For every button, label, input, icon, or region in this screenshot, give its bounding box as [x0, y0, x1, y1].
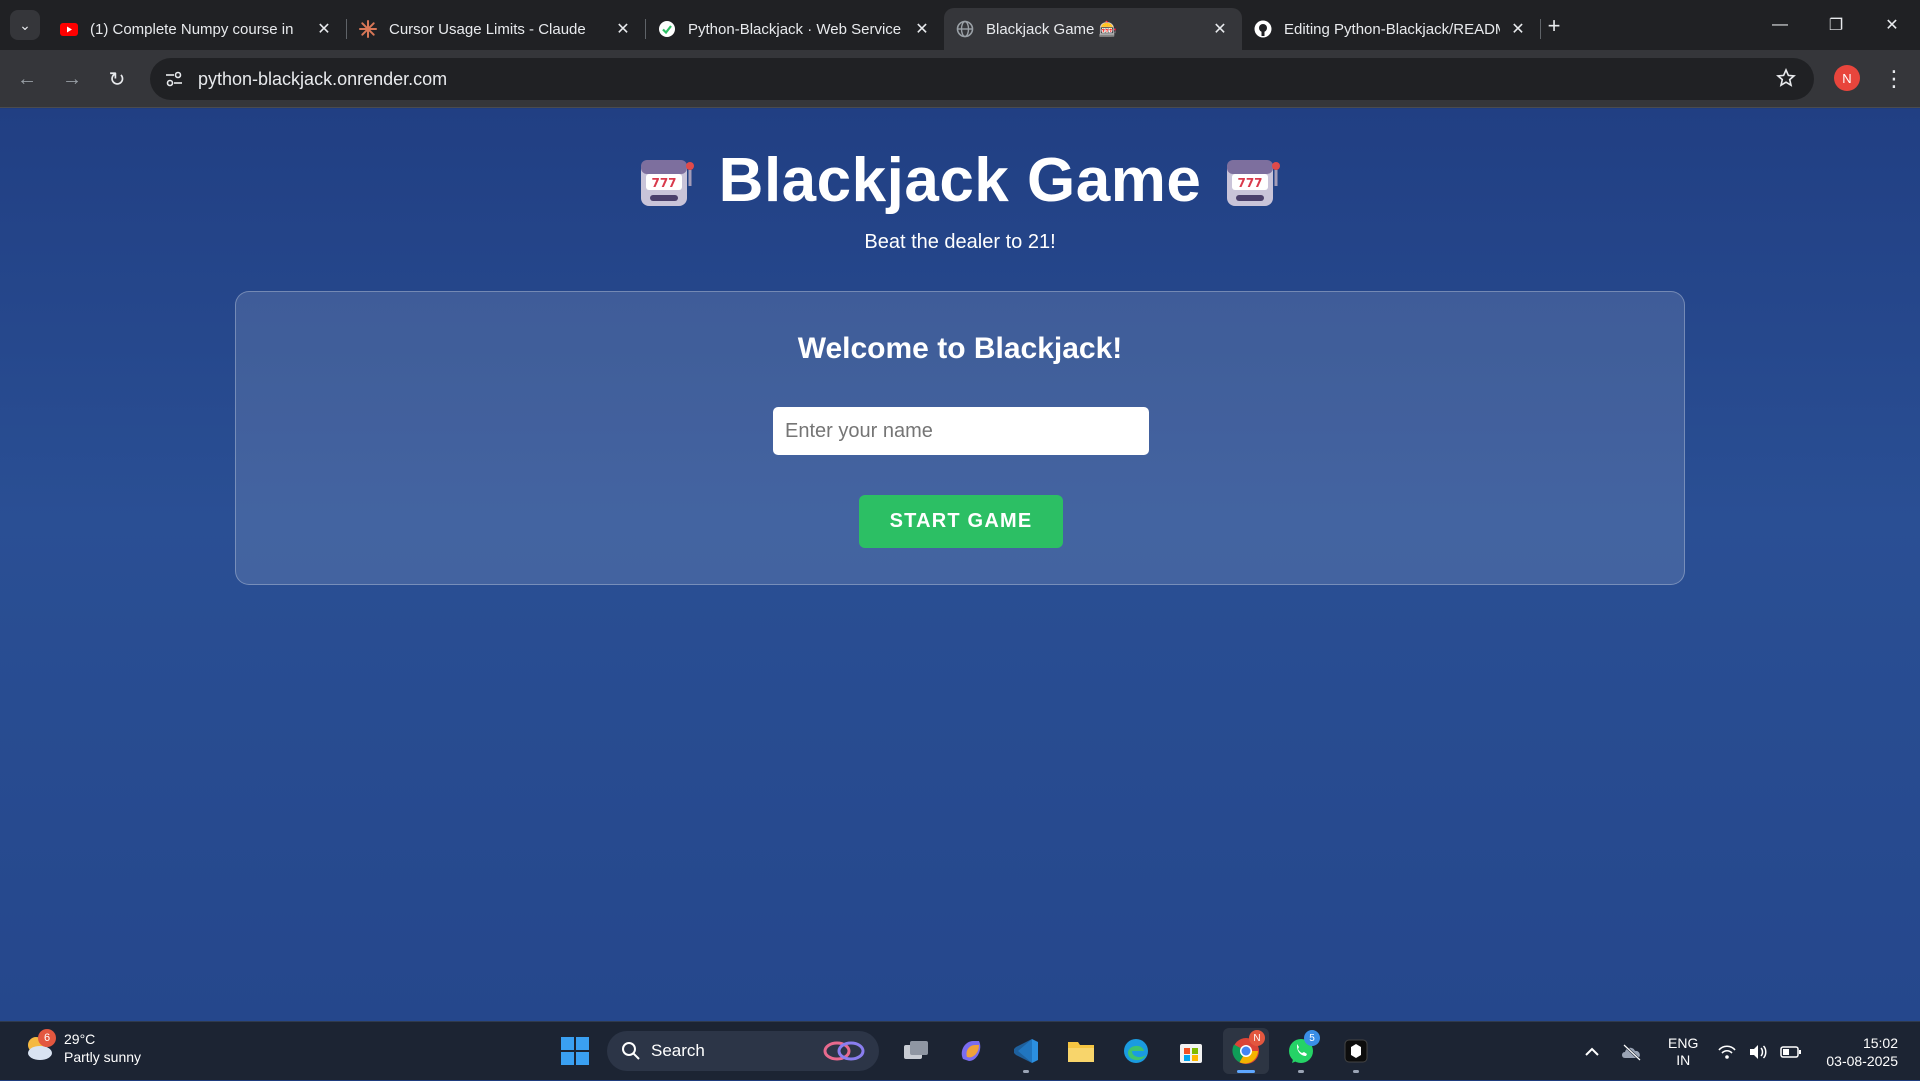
welcome-heading: Welcome to Blackjack!: [797, 332, 1123, 365]
weather-widget[interactable]: 6 29°C Partly sunny: [22, 1029, 142, 1066]
search-highlight-icon: [823, 1041, 865, 1061]
kebab-menu-icon[interactable]: ⋮: [1880, 64, 1908, 94]
slot-machine-icon: 777: [640, 159, 694, 206]
github-icon: [1254, 20, 1272, 38]
tab-title: Blackjack Game 🎰: [986, 21, 1118, 38]
globe-icon: [956, 20, 974, 38]
taskbar-pinned-apps: Search N 5: [552, 1028, 1388, 1074]
onedrive-offline-icon[interactable]: [1620, 1043, 1644, 1061]
reload-button[interactable]: ↻: [102, 64, 132, 94]
region-code: IN: [1676, 1051, 1691, 1068]
profile-avatar[interactable]: N: [1834, 65, 1860, 91]
microsoft-store-icon[interactable]: [1168, 1028, 1214, 1074]
page-title: Blackjack Game: [718, 146, 1202, 215]
chrome-icon[interactable]: N: [1223, 1028, 1269, 1074]
edge-icon[interactable]: [1113, 1028, 1159, 1074]
language-code: ENG: [1668, 1034, 1699, 1051]
address-bar[interactable]: python-blackjack.onrender.com: [150, 58, 1814, 100]
close-icon[interactable]: ✕: [1210, 19, 1230, 39]
language-indicator[interactable]: ENG IN: [1668, 1035, 1698, 1069]
minimize-button[interactable]: —: [1752, 0, 1808, 50]
system-tray: ENG IN 15:02 03-08-2025: [1574, 1022, 1920, 1081]
close-icon[interactable]: ✕: [912, 19, 932, 39]
slot-machine-icon: 777: [1227, 159, 1281, 206]
svg-text:777: 777: [1238, 176, 1263, 190]
weather-condition: Partly sunny: [64, 1049, 142, 1065]
tab-title: Editing Python-Blackjack/READM: [1284, 20, 1500, 38]
arrow-right-icon: →: [62, 67, 82, 90]
wifi-icon[interactable]: [1718, 1044, 1736, 1060]
chrome-profile-badge: N: [1249, 1030, 1265, 1046]
whatsapp-icon[interactable]: 5: [1278, 1028, 1324, 1074]
site-info-icon[interactable]: [154, 71, 194, 87]
tab-github-readme[interactable]: Editing Python-Blackjack/READM ✕: [1242, 8, 1540, 50]
taskbar-search-box[interactable]: Search: [607, 1031, 879, 1071]
tab-render-service[interactable]: Python-Blackjack · Web Service ✕: [646, 8, 944, 50]
svg-text:777: 777: [651, 176, 676, 190]
whatsapp-unread-badge: 5: [1304, 1030, 1320, 1046]
close-icon: ✕: [1885, 17, 1899, 34]
render-icon: [658, 20, 676, 38]
minimize-icon: —: [1772, 16, 1788, 33]
start-button[interactable]: [552, 1028, 598, 1074]
page-header: 777 Blackjack Game 777: [0, 145, 1920, 216]
clock-date: 03-08-2025: [1826, 1052, 1898, 1069]
plus-icon: +: [1547, 13, 1561, 38]
chevron-up-icon[interactable]: [1584, 1047, 1600, 1057]
tab-title: (1) Complete Numpy course in: [90, 20, 294, 38]
restore-button[interactable]: ❐: [1808, 0, 1864, 50]
back-button[interactable]: ←: [12, 64, 42, 94]
system-clock[interactable]: 15:02 03-08-2025: [1826, 1034, 1898, 1070]
tab-title: Cursor Usage Limits - Claude: [389, 20, 586, 38]
task-view-icon[interactable]: [893, 1028, 939, 1074]
arrow-left-icon: ←: [17, 67, 37, 90]
copilot-icon[interactable]: [948, 1028, 994, 1074]
terminal-app-icon[interactable]: [1333, 1028, 1379, 1074]
bookmark-star-icon[interactable]: [1776, 68, 1796, 93]
welcome-card: Welcome to Blackjack! START GAME: [235, 291, 1685, 585]
partly-sunny-icon: 6: [22, 1029, 56, 1065]
close-icon[interactable]: ✕: [314, 19, 334, 39]
tab-numpy-course[interactable]: (1) Complete Numpy course in ✕: [48, 8, 346, 50]
volume-icon[interactable]: [1748, 1044, 1768, 1060]
youtube-icon: [60, 20, 78, 38]
start-game-button[interactable]: START GAME: [859, 495, 1063, 548]
page-subtitle: Beat the dealer to 21!: [864, 231, 1056, 253]
battery-icon[interactable]: [1780, 1045, 1802, 1059]
restore-icon: ❐: [1828, 17, 1844, 34]
window-controls: — ❐ ✕: [1752, 0, 1920, 50]
windows-taskbar: 6 29°C Partly sunny Search N 5 ENG IN 15…: [0, 1021, 1920, 1080]
tab-title: Python-Blackjack · Web Service: [688, 20, 902, 38]
search-label: Search: [651, 1041, 705, 1060]
tab-blackjack-game[interactable]: Blackjack Game 🎰 ✕: [944, 8, 1242, 50]
tab-search-button[interactable]: ⌄: [10, 10, 40, 40]
weather-badge: 6: [38, 1029, 56, 1047]
player-name-input[interactable]: [773, 407, 1149, 455]
search-icon: [622, 1042, 640, 1060]
blackjack-page: 777 Blackjack Game 777 Beat the dealer t…: [0, 109, 1920, 1021]
new-tab-button[interactable]: +: [1540, 12, 1568, 40]
tab-claude[interactable]: Cursor Usage Limits - Claude ✕: [347, 8, 645, 50]
weather-temperature: 29°C: [64, 1031, 96, 1047]
windows-logo-icon: [561, 1037, 589, 1065]
file-explorer-icon[interactable]: [1058, 1028, 1104, 1074]
tab-list: (1) Complete Numpy course in ✕ Cursor Us…: [48, 8, 1541, 50]
chevron-down-icon: ⌄: [19, 16, 31, 33]
close-window-button[interactable]: ✕: [1864, 0, 1920, 50]
browser-tab-strip: ⌄ (1) Complete Numpy course in ✕ Cursor …: [0, 0, 1920, 50]
forward-button[interactable]: →: [57, 64, 87, 94]
close-icon[interactable]: ✕: [1508, 19, 1528, 39]
url-text: python-blackjack.onrender.com: [198, 68, 448, 89]
reload-icon: ↻: [108, 68, 126, 91]
claude-icon: [359, 20, 377, 38]
clock-time: 15:02: [1862, 1034, 1898, 1051]
vscode-icon[interactable]: [1003, 1028, 1049, 1074]
browser-toolbar: ← → ↻ python-blackjack.onrender.com N ⋮: [0, 50, 1920, 108]
close-icon[interactable]: ✕: [613, 19, 633, 39]
